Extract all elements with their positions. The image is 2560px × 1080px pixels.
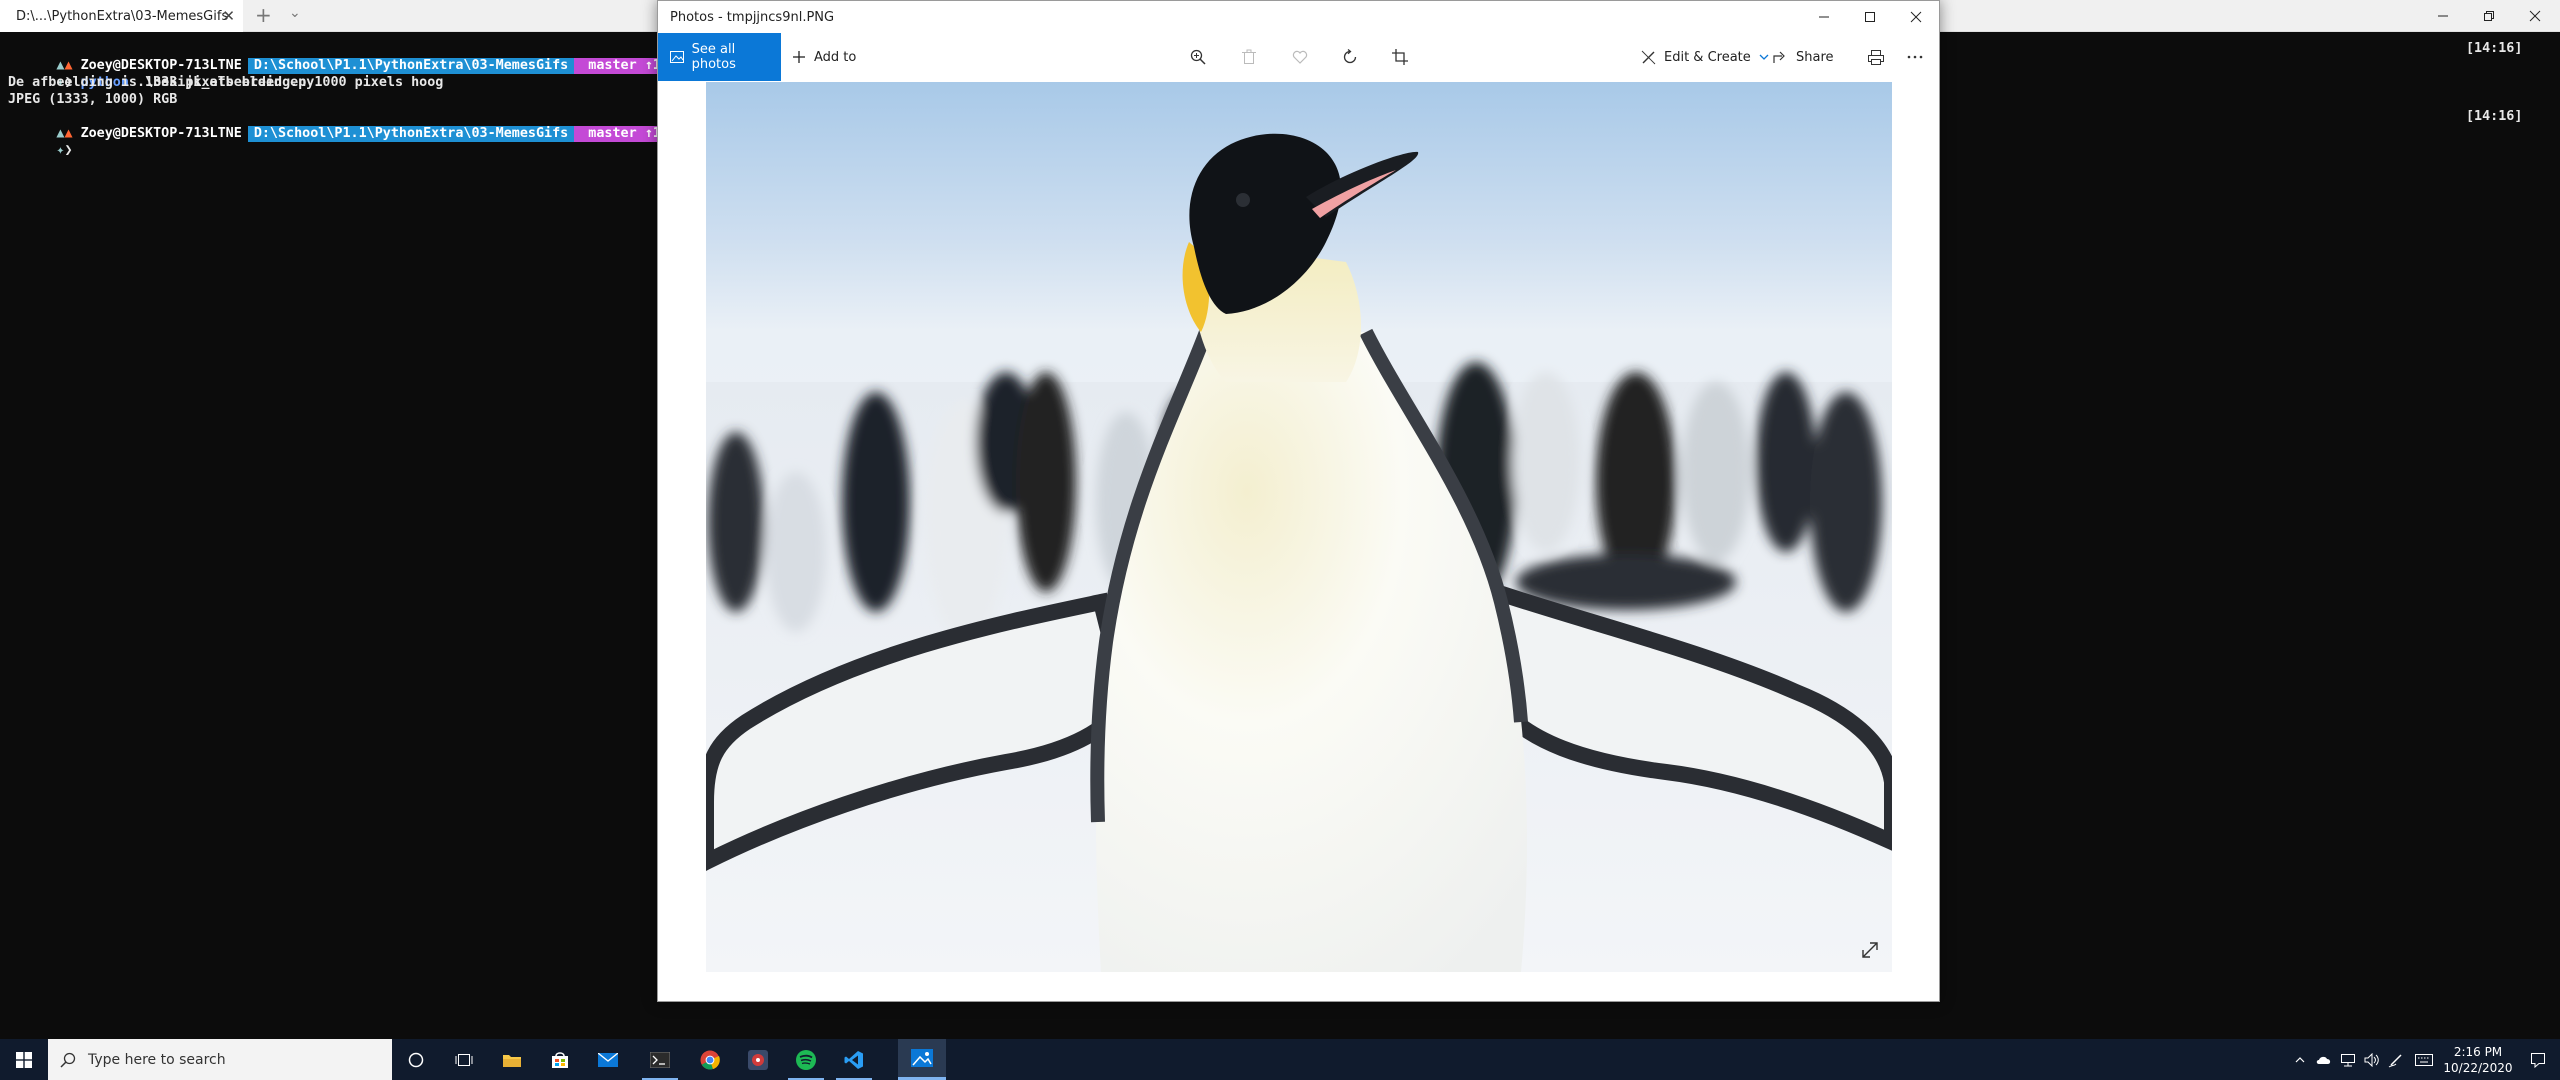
expand-fullscreen-icon[interactable] [1858,938,1882,962]
terminal-icon[interactable] [636,1039,684,1080]
photos-icon[interactable] [898,1039,946,1080]
photos-window[interactable]: Photos - tmpjjncs9nl.PNG See all photos … [657,0,1940,1002]
see-all-photos-button[interactable]: See all photos [658,33,781,81]
prompt-char: ❯ [64,143,73,158]
spotify-icon[interactable] [782,1039,830,1080]
plus-icon [793,51,805,63]
video-editor-icon[interactable] [734,1039,782,1080]
task-view-icon[interactable] [440,1039,488,1080]
file-explorer-icon[interactable] [488,1039,536,1080]
minimize-icon[interactable] [2420,0,2466,32]
photos-titlebar: Photos - tmpjjncs9nl.PNG [658,1,1939,33]
mail-icon[interactable] [584,1039,632,1080]
new-tab-button[interactable]: + [255,3,272,27]
clock[interactable]: 2:16 PM 10/22/2020 [2440,1044,2516,1076]
photos-toolbar: See all photos Add to Edit & Create Shar… [658,33,1939,81]
system-tray: 2:16 PM 10/22/2020 [2288,1039,2560,1080]
network-icon[interactable] [2336,1039,2360,1080]
add-to-button[interactable]: Add to [792,33,856,81]
add-to-label: Add to [814,49,857,65]
delete-icon[interactable] [1229,33,1269,81]
chevron-down-icon [1759,54,1769,60]
prompt-time: [14:16] [2466,41,2523,56]
taskbar-search-box[interactable]: Type here to search [48,1039,392,1080]
see-all-label: See all photos [691,42,736,72]
vscode-icon[interactable] [830,1039,878,1080]
clock-time: 2:16 PM [2453,1044,2503,1059]
taskbar: Type here to search 2:16 PM 10/22/2020 [0,1039,2560,1080]
windows-start-icon[interactable] [0,1039,48,1080]
store-icon[interactable] [536,1039,584,1080]
crop-icon[interactable] [1380,33,1420,81]
photo-viewer[interactable] [706,82,1892,972]
maximize-icon[interactable] [1847,1,1893,33]
keyboard-icon[interactable] [2408,1039,2440,1080]
clock-date: 10/22/2020 [2443,1060,2513,1075]
tab-close-icon[interactable]: ✕ [222,7,235,25]
terminal-tab-title: D:\...\PythonExtra\03-MemesGifs [16,8,229,24]
prompt-time: [14:16] [2466,109,2523,124]
penguin-photo [706,82,1892,972]
chevron-up-icon[interactable] [2288,1039,2312,1080]
terminal-tab[interactable]: D:\...\PythonExtra\03-MemesGifs ✕ [0,0,243,32]
search-placeholder: Type here to search [88,1051,226,1068]
edit-create-label: Edit & Create [1664,49,1751,65]
more-options-icon[interactable] [1895,33,1935,81]
search-icon [60,1052,76,1068]
notification-icon[interactable] [2516,1039,2560,1080]
pen-workspace-icon[interactable] [2384,1039,2408,1080]
edit-create-button[interactable]: Edit & Create [1641,33,1769,81]
photos-gallery-icon [670,51,684,63]
minimize-icon[interactable] [1801,1,1847,33]
favorite-heart-icon[interactable] [1280,33,1320,81]
window-title: Photos - tmpjjncs9nl.PNG [670,10,835,25]
print-icon[interactable] [1856,33,1896,81]
share-label: Share [1796,49,1834,65]
tab-dropdown-icon[interactable]: ⌄ [289,5,301,21]
cortana-circle-icon[interactable] [392,1039,440,1080]
close-icon[interactable] [1893,1,1939,33]
edit-pencil-icon [1641,50,1656,64]
chrome-icon[interactable] [686,1039,734,1080]
onedrive-icon[interactable] [2312,1039,2336,1080]
close-icon[interactable] [2512,0,2558,32]
volume-icon[interactable] [2360,1039,2384,1080]
zoom-in-icon[interactable] [1178,33,1218,81]
share-icon [1773,51,1785,63]
share-button[interactable]: Share [1773,33,1834,81]
restore-icon[interactable] [2466,0,2512,32]
rotate-icon[interactable] [1330,33,1370,81]
